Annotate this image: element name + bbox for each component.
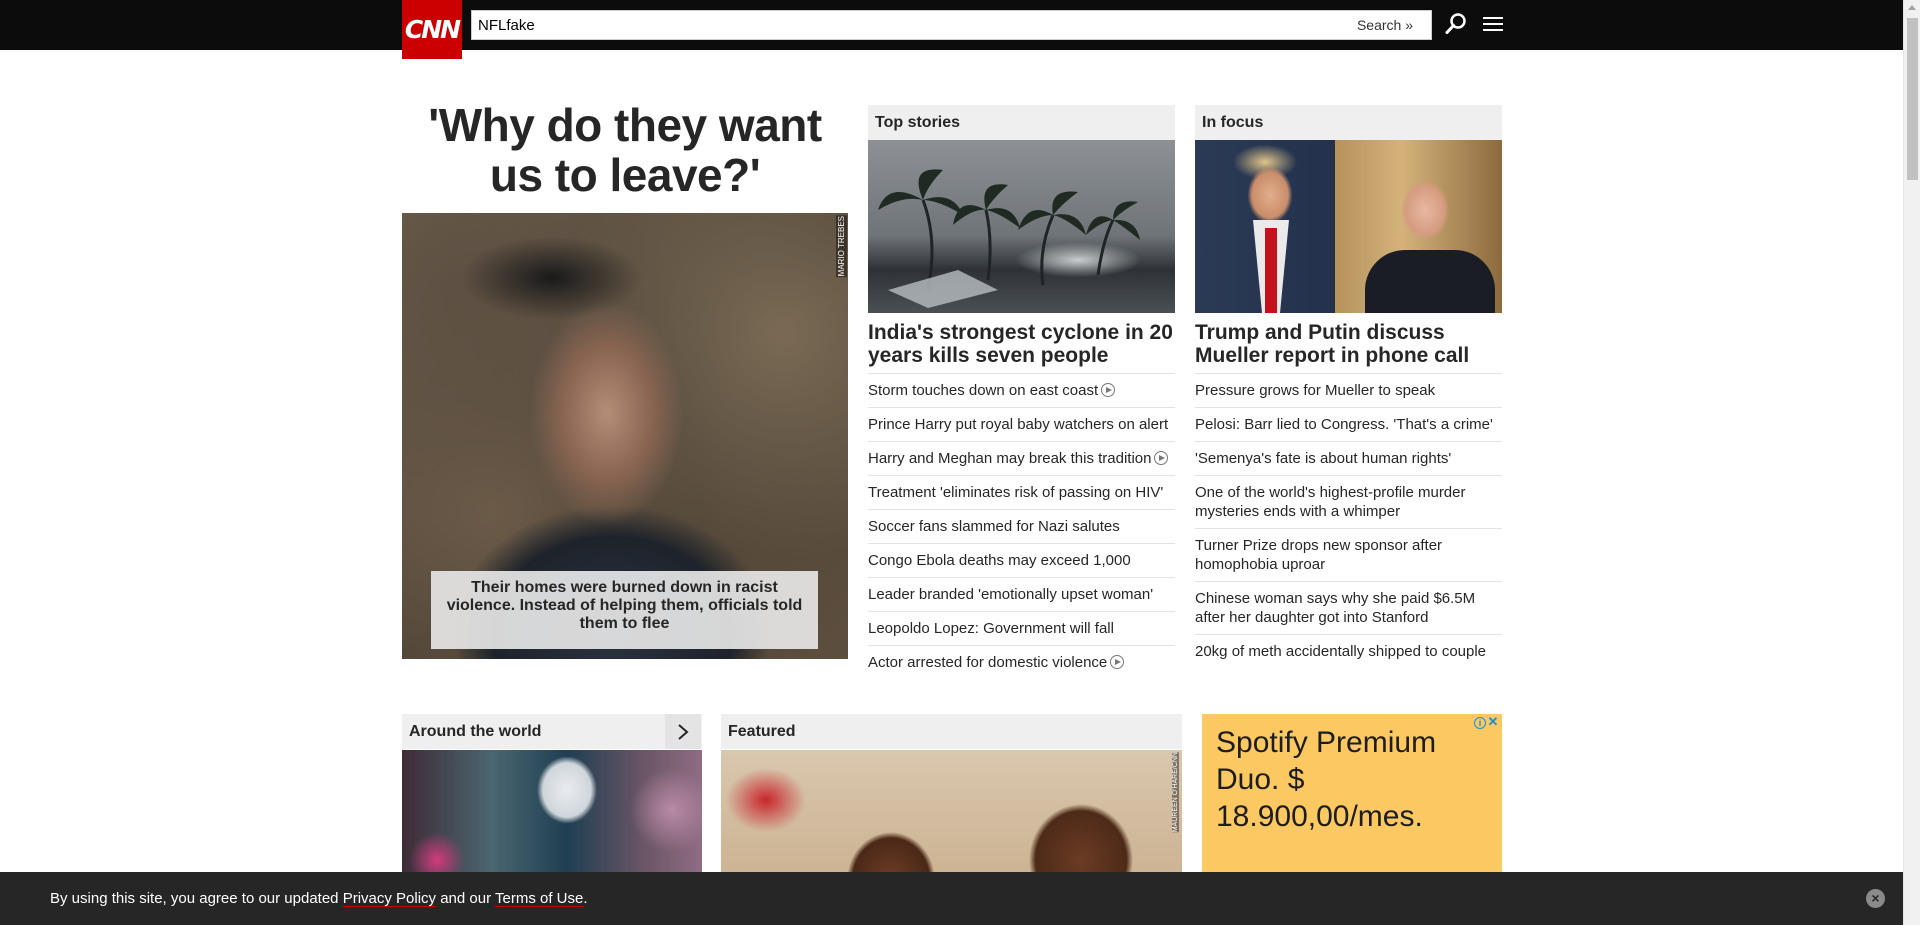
in-focus-link-item[interactable]: Pelosi: Barr lied to Congress. 'That's a… bbox=[1195, 407, 1502, 441]
in-focus-link-text: Pressure grows for Mueller to speak bbox=[1195, 382, 1436, 399]
in-focus-link-item[interactable]: One of the world's highest-profile murde… bbox=[1195, 475, 1502, 528]
top-stories-link-text: Treatment 'eliminates risk of passing on… bbox=[868, 484, 1164, 501]
logo-text: CNN bbox=[404, 15, 461, 44]
featured-photo-credit: MAUREEN O'HARE/CNN bbox=[1172, 752, 1179, 833]
top-stories-link-item[interactable]: Storm touches down on east coast bbox=[868, 373, 1175, 407]
page-scrollbar[interactable] bbox=[1903, 0, 1920, 925]
hamburger-menu-icon[interactable] bbox=[1481, 14, 1505, 34]
top-stories-link-text: Congo Ebola deaths may exceed 1,000 bbox=[868, 552, 1131, 569]
top-stories-link-text: Soccer fans slammed for Nazi salutes bbox=[868, 518, 1120, 535]
top-stories-link-item[interactable]: Prince Harry put royal baby watchers on … bbox=[868, 407, 1175, 441]
in-focus-link-item[interactable]: Chinese woman says why she paid $6.5M af… bbox=[1195, 581, 1502, 634]
around-the-world-header: Around the world bbox=[402, 714, 702, 749]
terms-of-use-link[interactable]: Terms of Use bbox=[495, 890, 583, 907]
ad-info-icon[interactable]: i bbox=[1474, 717, 1486, 729]
privacy-policy-link[interactable]: Privacy Policy bbox=[343, 890, 436, 907]
top-stories-image[interactable] bbox=[868, 140, 1175, 313]
search-input[interactable] bbox=[478, 15, 1278, 35]
in-focus-link-text: Pelosi: Barr lied to Congress. 'That's a… bbox=[1195, 416, 1493, 433]
cookie-text-prefix: By using this site, you agree to our upd… bbox=[50, 890, 343, 907]
in-focus-link-item[interactable]: Pressure grows for Mueller to speak bbox=[1195, 373, 1502, 407]
cnn-logo[interactable]: CNN bbox=[402, 0, 462, 59]
top-stories-link-item[interactable]: Harry and Meghan may break this traditio… bbox=[868, 441, 1175, 475]
in-focus-link-text: Chinese woman says why she paid $6.5M af… bbox=[1195, 590, 1476, 626]
ad-text: Spotify Premium Duo. $ 18.900,00/mes. bbox=[1216, 726, 1437, 833]
scrollbar-thumb[interactable] bbox=[1907, 18, 1918, 180]
play-video-icon bbox=[1154, 451, 1169, 465]
hero-caption[interactable]: Their homes were burned down in racist v… bbox=[431, 571, 818, 649]
in-focus-list: Pressure grows for Mueller to speak Pelos… bbox=[1195, 373, 1502, 668]
top-stories-link-text: Leopoldo Lopez: Government will fall bbox=[868, 620, 1114, 637]
top-stories-link-item[interactable]: Soccer fans slammed for Nazi salutes bbox=[868, 509, 1175, 543]
top-stories-link-item[interactable]: Leader branded 'emotionally upset woman' bbox=[868, 577, 1175, 611]
carousel-next-button[interactable] bbox=[665, 714, 701, 749]
play-video-icon bbox=[1101, 383, 1116, 397]
top-stories-link-item[interactable]: Treatment 'eliminates risk of passing on… bbox=[868, 475, 1175, 509]
top-stories-lead-headline[interactable]: India's strongest cyclone in 20 years ki… bbox=[868, 321, 1178, 367]
featured-header: Featured bbox=[721, 714, 1182, 749]
hero-photo-credit: MARIO TREBES bbox=[836, 215, 847, 278]
cookie-text-middle: and our bbox=[436, 890, 495, 907]
focus-photo-left bbox=[1195, 140, 1335, 313]
in-focus-lead-headline[interactable]: Trump and Putin discuss Mueller report i… bbox=[1195, 321, 1505, 367]
cookie-consent-banner: By using this site, you agree to our upd… bbox=[0, 872, 1903, 925]
top-stories-link-text: Harry and Meghan may break this traditio… bbox=[868, 450, 1152, 467]
in-focus-link-text: 'Semenya's fate is about human rights' bbox=[1195, 450, 1452, 467]
search-bar: Search » bbox=[471, 10, 1432, 40]
play-video-icon bbox=[1110, 655, 1125, 669]
palm-trees-illustration bbox=[878, 169, 1140, 308]
ad-close-icon[interactable]: ✕ bbox=[1487, 715, 1499, 729]
top-stories-link-text: Actor arrested for domestic violence bbox=[868, 654, 1108, 671]
cookie-message: By using this site, you agree to our upd… bbox=[50, 890, 588, 907]
top-stories-header: Top stories bbox=[868, 105, 1175, 140]
top-stories-link-text: Prince Harry put royal baby watchers on … bbox=[868, 416, 1169, 433]
search-icon[interactable] bbox=[1444, 12, 1468, 36]
search-submit-button[interactable]: Search » bbox=[1357, 17, 1413, 33]
top-stories-link-item[interactable]: Leopoldo Lopez: Government will fall bbox=[868, 611, 1175, 645]
in-focus-link-item[interactable]: 20kg of meth accidentally shipped to cou… bbox=[1195, 634, 1502, 668]
focus-photo-right bbox=[1335, 140, 1502, 313]
top-stories-list: Storm touches down on east coast Prince H… bbox=[868, 373, 1175, 679]
cookie-text-suffix: . bbox=[583, 890, 588, 907]
in-focus-link-text: 20kg of meth accidentally shipped to cou… bbox=[1195, 643, 1487, 660]
top-stories-link-text: Storm touches down on east coast bbox=[868, 382, 1099, 399]
in-focus-header: In focus bbox=[1195, 105, 1502, 140]
chevron-right-icon bbox=[678, 723, 689, 740]
top-stories-link-item[interactable]: Actor arrested for domestic violence bbox=[868, 645, 1175, 679]
cookie-close-icon[interactable]: × bbox=[1866, 889, 1885, 908]
hero-headline[interactable]: 'Why do they want us to leave?' bbox=[402, 100, 848, 200]
top-stories-link-item[interactable]: Congo Ebola deaths may exceed 1,000 bbox=[868, 543, 1175, 577]
in-focus-link-item[interactable]: 'Semenya's fate is about human rights' bbox=[1195, 441, 1502, 475]
in-focus-image[interactable] bbox=[1195, 140, 1502, 313]
in-focus-link-text: Turner Prize drops new sponsor after hom… bbox=[1195, 537, 1443, 573]
top-stories-link-text: Leader branded 'emotionally upset woman' bbox=[868, 586, 1154, 603]
in-focus-link-text: One of the world's highest-profile murde… bbox=[1195, 484, 1466, 520]
scroll-up-arrow-icon[interactable] bbox=[1908, 5, 1916, 10]
in-focus-link-item[interactable]: Turner Prize drops new sponsor after hom… bbox=[1195, 528, 1502, 581]
